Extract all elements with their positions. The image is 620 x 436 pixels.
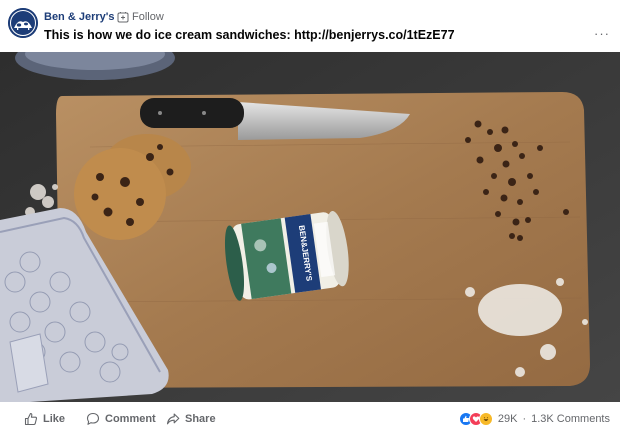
post-text: This is how we do ice cream sandwiches: … bbox=[44, 28, 455, 42]
comment-label: Comment bbox=[105, 413, 156, 425]
share-icon bbox=[166, 413, 180, 425]
reactions-summary: 29K · 1.3K Comments bbox=[458, 412, 610, 426]
comment-button[interactable]: Comment bbox=[86, 412, 156, 426]
comments-count[interactable]: 1.3K Comments bbox=[531, 413, 610, 425]
like-label: Like bbox=[43, 413, 66, 425]
follow-label: Follow bbox=[132, 11, 164, 23]
share-button[interactable]: Share bbox=[166, 412, 216, 426]
more-options-icon[interactable]: ··· bbox=[594, 26, 610, 41]
like-button[interactable]: Like bbox=[24, 412, 65, 426]
haha-reaction-icon bbox=[478, 412, 493, 426]
share-label: Share bbox=[185, 413, 216, 425]
reactions-count[interactable]: 29K bbox=[498, 413, 518, 425]
comment-icon bbox=[86, 412, 100, 425]
follow-icon bbox=[117, 12, 129, 23]
knife-handle bbox=[140, 98, 244, 128]
post-action-bar: Like Comment Share 29K · 1.3K Comments bbox=[0, 402, 620, 436]
header-separator: · bbox=[108, 11, 112, 23]
page-avatar[interactable] bbox=[8, 8, 38, 38]
follow-button[interactable]: Follow bbox=[117, 9, 164, 25]
engagement-separator: · bbox=[522, 413, 527, 425]
cookie-front bbox=[74, 148, 166, 240]
page-name-link[interactable]: Ben & Jerry's bbox=[44, 11, 115, 23]
post-video[interactable]: BEN&JERRY'S bbox=[0, 52, 620, 402]
thumbs-up-icon bbox=[24, 412, 38, 426]
reaction-icons[interactable] bbox=[458, 412, 493, 426]
post-header: Ben & Jerry's · Follow This is how we do… bbox=[0, 0, 620, 52]
